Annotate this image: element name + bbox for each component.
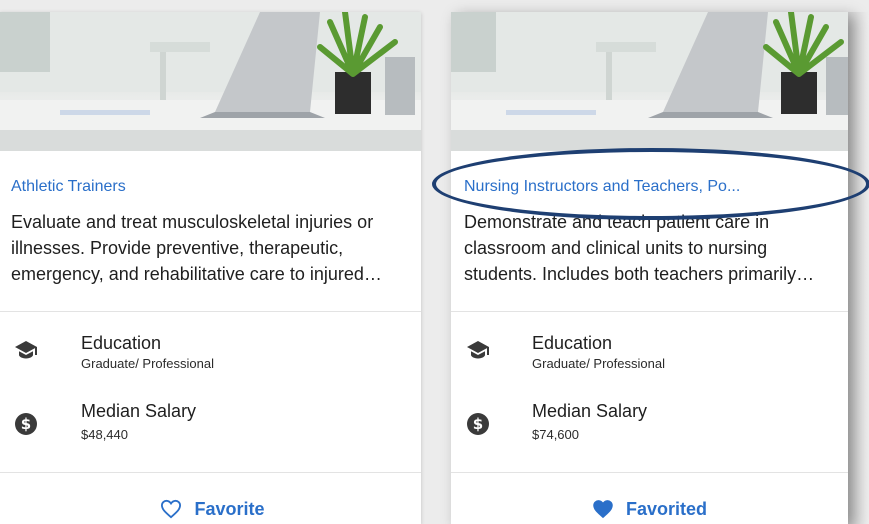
career-title-link[interactable]: Nursing Instructors and Teachers, Po... <box>464 178 834 196</box>
education-label: Education <box>532 333 613 353</box>
career-card-athletic-trainers[interactable]: Athletic Trainers Evaluate and treat mus… <box>0 12 421 524</box>
salary-value: $48,440 <box>81 427 128 442</box>
education-value: Graduate/ Professional <box>81 356 214 371</box>
dollar-circle-icon: $ <box>467 413 489 435</box>
graduation-cap-icon <box>15 341 37 359</box>
career-description: Evaluate and treat musculoskeletal injur… <box>11 212 374 284</box>
salary-label: Median Salary <box>532 401 648 421</box>
career-description: Demonstrate and teach patient care in cl… <box>464 212 797 284</box>
divider <box>0 472 421 473</box>
career-card-nursing-instructors[interactable]: Nursing Instructors and Teachers, Po... … <box>451 12 848 524</box>
background-strip <box>848 12 869 524</box>
education-label: Education <box>81 333 162 353</box>
favorite-button[interactable]: Favorite <box>0 495 421 523</box>
favorite-label: Favorite <box>194 498 265 519</box>
favorited-button[interactable]: Favorited <box>451 495 848 523</box>
salary-value: $74,600 <box>532 427 579 442</box>
dollar-circle-icon: $ <box>15 413 37 435</box>
favorited-label: Favorited <box>625 498 708 519</box>
graduation-cap-icon <box>467 341 489 359</box>
education-value: Graduate/ Professional <box>532 356 665 371</box>
heart-filled-icon <box>593 500 613 519</box>
heart-outline-icon <box>161 499 182 519</box>
career-title-link[interactable]: Athletic Trainers <box>11 178 126 196</box>
svg-text:$: $ <box>473 415 483 433</box>
divider <box>0 311 421 312</box>
career-image <box>451 12 848 151</box>
divider <box>451 311 848 312</box>
career-image <box>0 12 421 151</box>
salary-label: Median Salary <box>81 401 197 421</box>
divider <box>451 472 848 473</box>
svg-text:$: $ <box>21 415 31 433</box>
